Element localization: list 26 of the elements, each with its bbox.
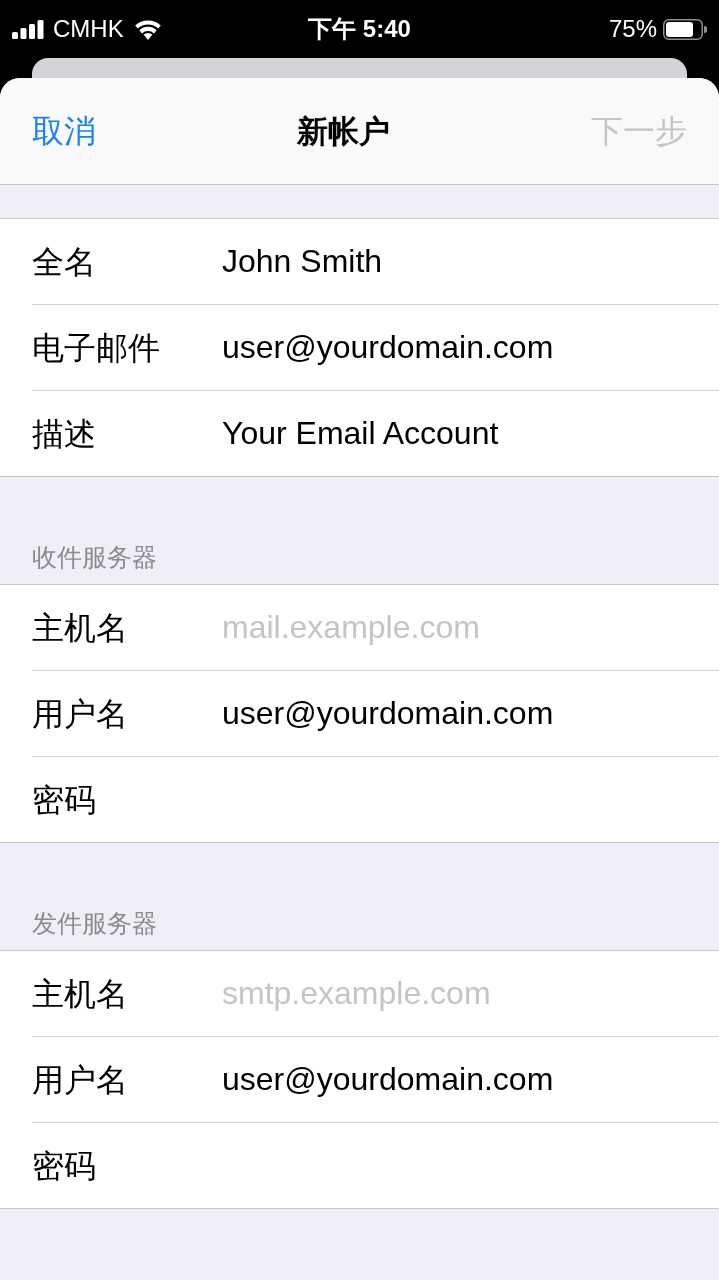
section-header: 收件服务器	[32, 542, 157, 572]
section-header: 发件服务器	[32, 908, 157, 938]
field-label: 用户名	[32, 1060, 129, 1100]
text-field[interactable]: John Smith	[222, 231, 699, 292]
text-field[interactable]: user@yourdomain.com	[222, 317, 699, 378]
field-label: 主机名	[32, 608, 129, 648]
text-field[interactable]: smtp.example.com	[222, 963, 699, 1024]
text-field[interactable]: user@yourdomain.com	[222, 683, 699, 744]
text-field[interactable]: mail.example.com	[222, 597, 699, 658]
wifi-icon	[132, 18, 163, 40]
field-label: 密码	[32, 780, 97, 820]
text-field[interactable]: Your Email Account	[222, 403, 699, 464]
battery-percentage: 75%	[608, 17, 657, 41]
carrier-name: CMHK	[53, 17, 124, 41]
field-label: 电子邮件	[32, 328, 161, 368]
field-label: 全名	[32, 242, 97, 282]
field-label: 描述	[32, 414, 97, 454]
sheet-title: 新帐户	[297, 115, 390, 147]
clock-time: 下午 5:40	[308, 17, 411, 41]
field-label: 用户名	[32, 694, 129, 734]
text-field[interactable]: user@yourdomain.com	[222, 1049, 699, 1110]
cancel-button[interactable]: 取消	[32, 115, 96, 147]
field-label: 密码	[32, 1146, 97, 1186]
battery-icon	[663, 18, 707, 40]
field-label: 主机名	[32, 974, 129, 1014]
signal-icon	[12, 19, 44, 39]
